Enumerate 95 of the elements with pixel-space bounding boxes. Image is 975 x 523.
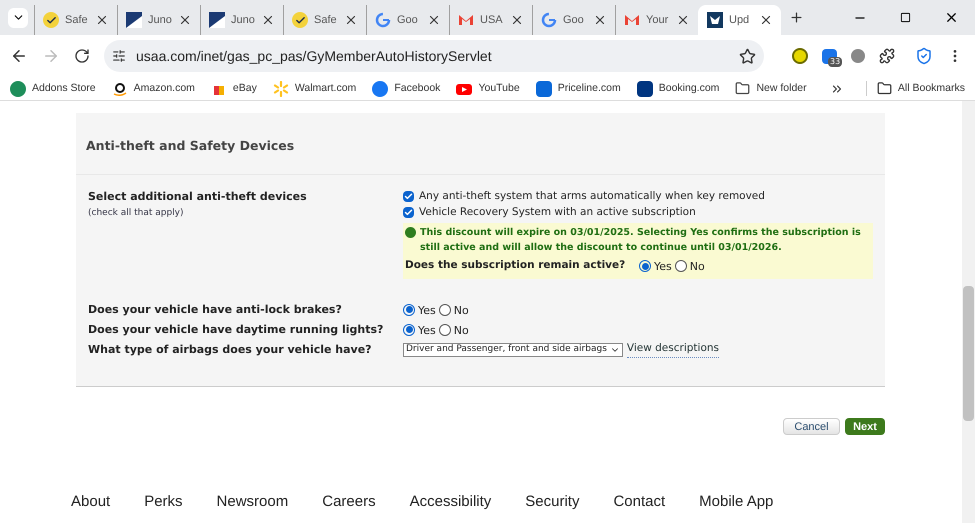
tab-title: Juno	[148, 12, 172, 28]
alert-icon	[405, 226, 416, 238]
close-icon[interactable]	[95, 13, 109, 27]
folder-icon	[876, 81, 892, 96]
check-icon	[292, 12, 308, 28]
radio-button[interactable]	[438, 304, 451, 316]
radio-label: Yes	[418, 322, 436, 338]
restore-icon[interactable]	[900, 12, 911, 23]
mail-icon	[458, 12, 474, 28]
close-icon[interactable]	[178, 13, 192, 27]
shield-icon[interactable]	[915, 47, 933, 65]
bookmark-star-icon[interactable]	[739, 48, 756, 64]
tab-title: Safe	[65, 12, 89, 28]
reload-icon[interactable]	[74, 48, 90, 64]
bookmark-item[interactable]: YouTube	[456, 80, 520, 96]
footer-link[interactable]: Perks	[144, 491, 183, 514]
bookmark-item[interactable]: Facebook	[372, 80, 440, 96]
eagle-logo-icon	[707, 12, 723, 28]
checkbox-label: Any anti-theft system that arms automatically when key removed	[419, 188, 765, 204]
radio-label: No	[454, 322, 469, 338]
bookmark-item[interactable]: Amazon.com	[112, 80, 195, 96]
close-icon[interactable]	[344, 13, 358, 27]
new-tab-icon[interactable]	[789, 10, 804, 25]
question-label: What type of airbags does your vehicle have?	[88, 342, 373, 358]
radio-button[interactable]	[403, 324, 415, 336]
notice-text: This discount will expire on 03/01/2025. Selecting Yes confirms the subscription is still active and will allow the discount to continue until 03/01/2026.	[420, 226, 862, 255]
tab-search-button[interactable]	[8, 8, 28, 28]
radio-button[interactable]	[639, 260, 651, 272]
checkbox[interactable]	[403, 207, 414, 218]
checkbox[interactable]	[403, 191, 414, 202]
question-label: Does the subscription remain active?	[405, 258, 626, 274]
close-icon[interactable]	[261, 13, 275, 27]
cancel-button[interactable]: Cancel	[783, 418, 840, 436]
close-icon[interactable]	[427, 13, 441, 27]
tab-title: Goo	[397, 12, 419, 28]
footer-link[interactable]: Careers	[322, 491, 376, 514]
check-icon	[43, 12, 59, 28]
radio-button[interactable]	[438, 324, 451, 336]
bookmark-item[interactable]: Addons Store	[10, 80, 96, 96]
radio-label: Yes	[654, 258, 672, 275]
question-label: Does your vehicle have anti-lock brakes?	[88, 302, 343, 318]
radio-button[interactable]	[403, 304, 415, 316]
amazon-icon	[112, 80, 128, 96]
tab-title: Your	[646, 12, 670, 28]
url-text: usaa.com/inet/gas_pc_pas/GyMemberAutoHistoryServlet	[136, 46, 493, 66]
extension-icon[interactable]	[792, 48, 808, 64]
close-icon[interactable]	[759, 13, 773, 27]
radio-button[interactable]	[674, 260, 687, 272]
logo-icon	[209, 12, 225, 28]
tab-title: Safe	[314, 12, 338, 28]
folder-icon	[735, 81, 750, 96]
close-icon[interactable]	[593, 13, 607, 27]
footer-link[interactable]: Newsroom	[216, 491, 288, 514]
extension-badge: 33	[828, 56, 842, 66]
site-settings-icon[interactable]	[112, 49, 126, 63]
radio-label: No	[690, 258, 705, 275]
tab-title: USA	[480, 12, 504, 28]
footer-link[interactable]: Mobile App	[699, 491, 774, 514]
bookmark-item[interactable]: Walmart.com	[272, 80, 356, 96]
spark-icon	[272, 80, 289, 96]
mail-icon	[624, 12, 640, 28]
field-label: Select additional anti-theft devices	[88, 188, 308, 205]
bookmark-item[interactable]: New folder	[735, 80, 807, 96]
browser-tab[interactable]: Upd	[698, 5, 781, 35]
airbag-select[interactable]: Driver and Passenger, front and side airbags	[403, 342, 623, 357]
address-bar[interactable]: usaa.com/inet/gas_pc_pas/GyMemberAutoHistoryServlet	[104, 40, 764, 72]
footer-link[interactable]: Security	[525, 491, 580, 514]
bookmark-item[interactable]: eBay	[210, 80, 257, 96]
next-button[interactable]: Next	[845, 418, 885, 436]
close-window-icon[interactable]	[944, 10, 959, 25]
view-descriptions-link[interactable]: View descriptions	[626, 341, 719, 358]
logo-icon	[126, 12, 142, 28]
bookmark-item[interactable]: Priceline.com	[536, 80, 621, 96]
tab-title: Upd	[729, 12, 750, 28]
hint-text: (check all that apply)	[88, 207, 185, 220]
footer-link[interactable]: Accessibility	[410, 491, 492, 514]
scrollbar[interactable]	[962, 101, 975, 523]
checkbox-label: Vehicle Recovery System with an active subscription	[419, 204, 696, 220]
extensions-icon[interactable]	[879, 48, 895, 64]
footer-link[interactable]: About	[71, 491, 110, 514]
tab-title: Juno	[231, 12, 255, 28]
close-icon[interactable]	[676, 13, 690, 27]
google-icon	[375, 12, 391, 28]
tab-title: Goo	[563, 12, 585, 28]
back-icon[interactable]	[10, 47, 28, 65]
footer-link[interactable]: Contact	[613, 491, 666, 514]
radio-label: Yes	[418, 302, 436, 318]
google-icon	[541, 12, 557, 28]
close-icon[interactable]	[510, 13, 524, 27]
section-title: Anti-theft and Safety Devices	[76, 113, 885, 175]
all-bookmarks-item[interactable]: All Bookmarks	[866, 80, 965, 96]
question-label: Does your vehicle have daytime running lights?	[88, 322, 384, 338]
extension-icon[interactable]	[851, 49, 865, 63]
bookmark-item[interactable]: Booking.com	[636, 80, 720, 96]
radio-label: No	[454, 302, 469, 318]
